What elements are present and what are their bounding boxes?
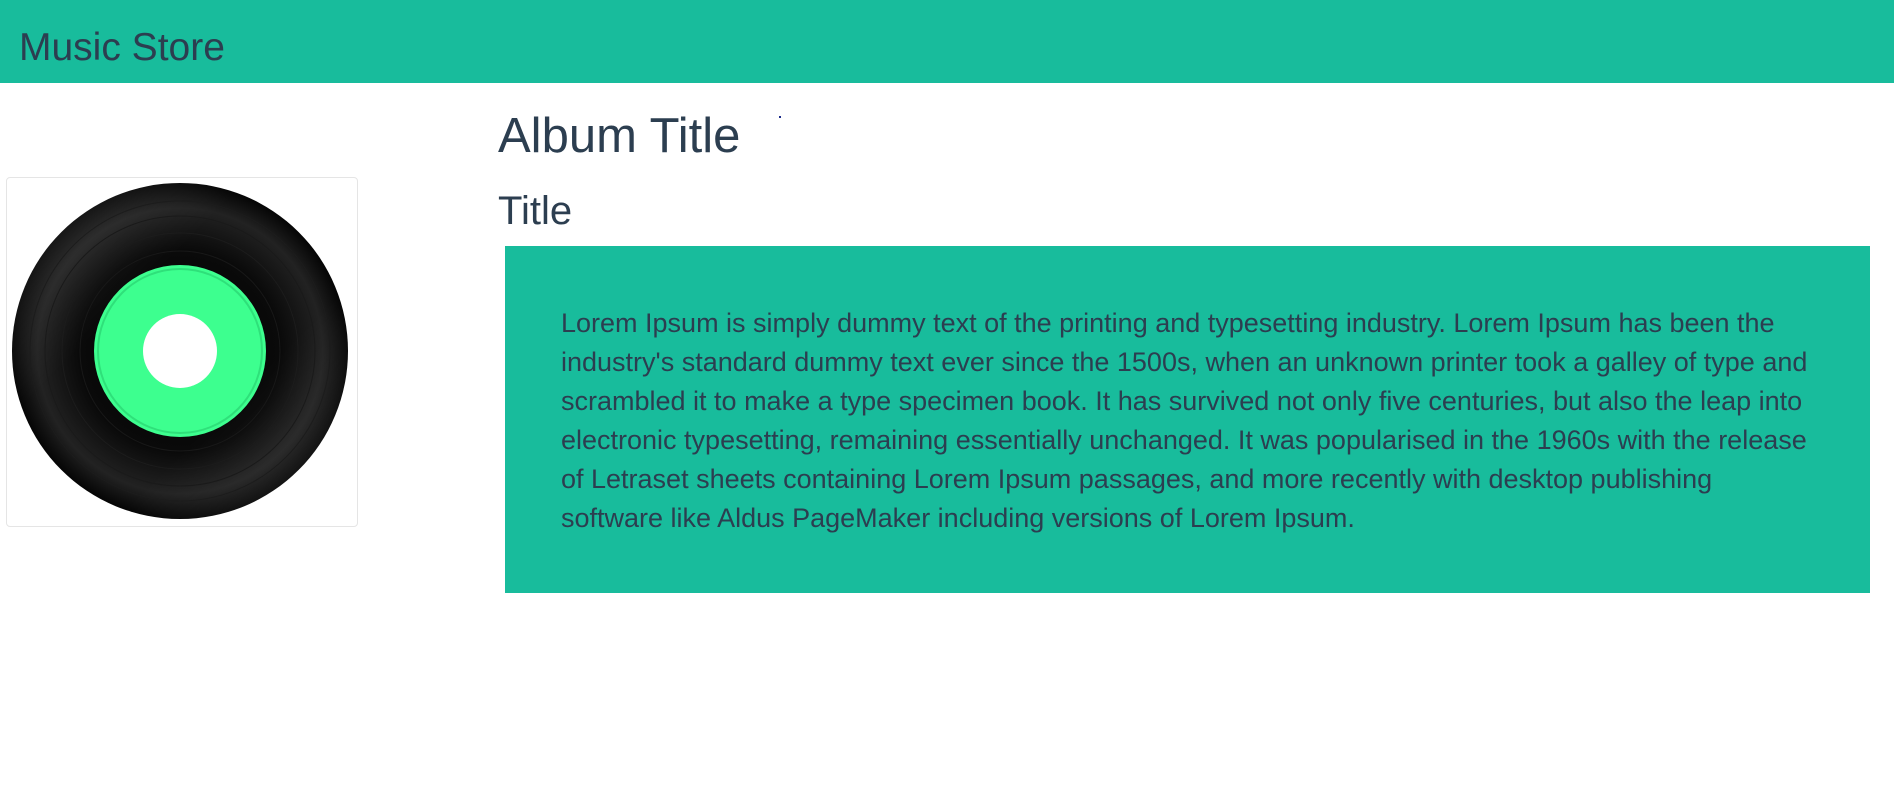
track-title: Title [498, 189, 573, 233]
navbar: Music Store [0, 0, 1894, 83]
album-cover [6, 177, 358, 527]
album-title: Album Title [498, 109, 741, 163]
decorative-dot [779, 116, 781, 118]
record-hole [143, 314, 217, 388]
vinyl-record-icon [12, 183, 348, 519]
description-panel: Lorem Ipsum is simply dummy text of the … [505, 246, 1870, 593]
album-description: Lorem Ipsum is simply dummy text of the … [561, 308, 1808, 533]
brand-link[interactable]: Music Store [19, 24, 225, 72]
